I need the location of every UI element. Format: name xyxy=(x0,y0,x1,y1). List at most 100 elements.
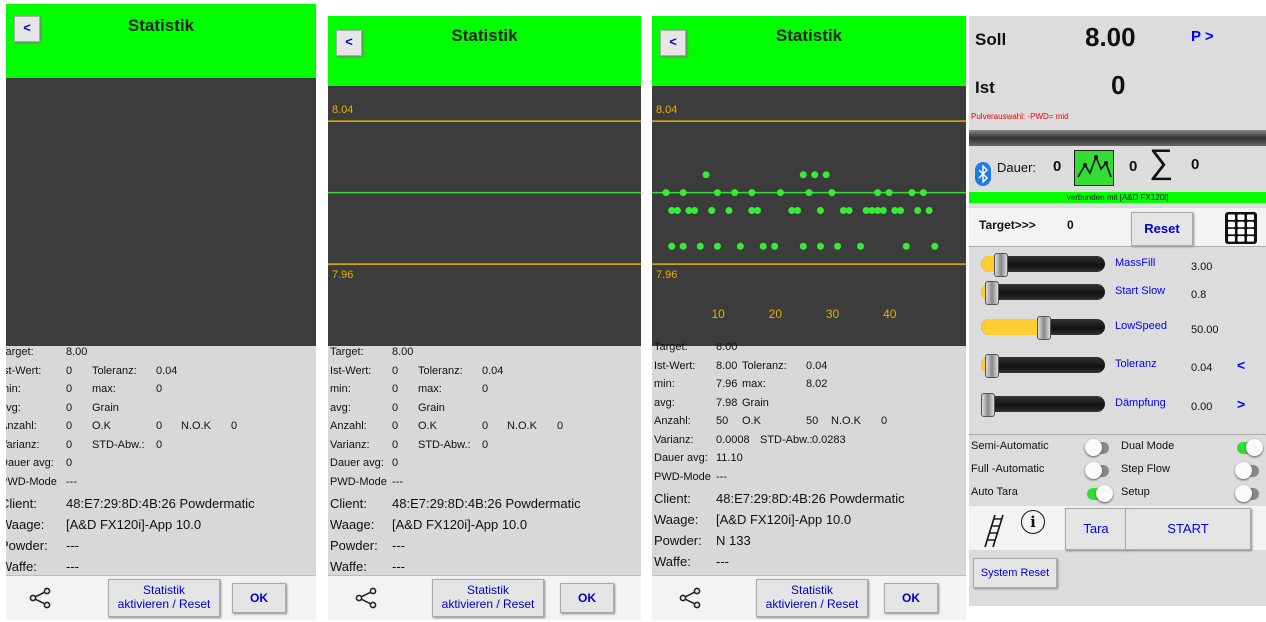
slider-track[interactable] xyxy=(981,357,1105,373)
stat-row: Waffe: --- xyxy=(652,552,966,573)
stat-row: Ist-Wert: 0 Toleranz: 0.04 xyxy=(6,365,316,384)
system-reset-button[interactable]: System Reset xyxy=(973,558,1057,588)
powder-select-text[interactable]: Pulverauswahl: -PWD= mid xyxy=(971,112,1069,121)
toggle-switch[interactable] xyxy=(1085,439,1109,456)
stat-row: Waage: [A&D FX120i]-App 10.0 xyxy=(652,510,966,531)
stat-row: Target: 8.00 xyxy=(328,346,641,365)
toggle-switch[interactable] xyxy=(1235,462,1259,479)
count-value: 0 xyxy=(1129,158,1138,175)
slider-label: Dämpfung xyxy=(1115,397,1166,409)
ist-wert-label: Ist-Wert: xyxy=(6,364,42,377)
upper-limit-label: 8.04 xyxy=(656,104,677,116)
chart-svg: 8.04 7.96 xyxy=(328,104,641,281)
data-point xyxy=(673,207,681,215)
nok-label: N.O.K xyxy=(507,420,537,432)
keypad-icon[interactable] xyxy=(1225,212,1257,244)
waffe-value: --- xyxy=(66,559,79,574)
statistik-reset-line1: Statistik xyxy=(790,583,833,597)
waffe-label: Waffe: xyxy=(6,559,37,574)
ok-value: 50 xyxy=(806,415,819,427)
slider-knob[interactable] xyxy=(981,393,995,417)
stat-row: Varianz: 0 STD-Abw.: 0 xyxy=(6,439,316,458)
stat-row: Client: 48:E7:29:8D:4B:26 Powdermatic xyxy=(652,489,966,510)
unit-label: Grain xyxy=(742,396,769,409)
statistik-reset-button[interactable]: Statistik aktivieren / Reset xyxy=(432,579,544,617)
tara-button[interactable]: Tara xyxy=(1065,508,1127,550)
ok-button[interactable]: OK xyxy=(560,583,614,613)
share-icon[interactable] xyxy=(28,586,52,610)
toggle-switch[interactable] xyxy=(1085,462,1109,479)
client-label: Client: xyxy=(654,491,691,506)
ist-wert-value: 0 xyxy=(66,364,73,377)
stat-chart-icon[interactable] xyxy=(1074,150,1114,186)
stat-row: Varianz: 0.0008 STD-Abw.: 0.0283 xyxy=(652,434,966,453)
page-title: Statistik xyxy=(127,16,195,35)
slider-knob[interactable] xyxy=(985,354,999,378)
page-title: Statistik xyxy=(451,26,518,45)
slider-knob[interactable] xyxy=(994,253,1008,277)
waage-value: [A&D FX120i]-App 10.0 xyxy=(66,517,202,532)
std-label: STD-Abw.: xyxy=(760,433,813,446)
anzahl-label: Anzahl: xyxy=(6,420,37,432)
data-point xyxy=(662,189,670,197)
step-arrow-button[interactable]: > xyxy=(1237,396,1245,412)
data-point xyxy=(679,189,687,197)
toggle-knob xyxy=(1235,485,1252,502)
slider-label: MassFill xyxy=(1115,257,1156,269)
data-point xyxy=(885,189,893,197)
statistik-reset-button[interactable]: Statistik aktivieren / Reset xyxy=(108,579,220,617)
toggle-switch[interactable] xyxy=(1087,485,1113,502)
data-point xyxy=(713,189,721,197)
data-point xyxy=(897,207,905,215)
soll-value: 8.00 xyxy=(1085,22,1136,52)
step-arrow-button[interactable]: < xyxy=(1237,357,1245,373)
lower-limit-label: 7.96 xyxy=(332,269,353,281)
slider-knob[interactable] xyxy=(985,281,999,305)
data-point xyxy=(811,171,819,179)
divider xyxy=(969,246,1266,247)
stat-row: Varianz: 0 STD-Abw.: 0 xyxy=(328,439,641,458)
min-value: 0 xyxy=(392,383,399,395)
data-point xyxy=(799,242,807,250)
reset-button[interactable]: Reset xyxy=(1131,212,1193,246)
toggle-knob xyxy=(1085,462,1102,479)
nok-value: 0 xyxy=(231,420,238,432)
ok-button[interactable]: OK xyxy=(884,583,938,613)
stat-row: Dauer avg: 0 xyxy=(328,457,641,476)
dauer-avg-value: 0 xyxy=(392,457,399,469)
waffe-label: Waffe: xyxy=(330,559,367,574)
ist-wert-label: Ist-Wert: xyxy=(330,364,372,377)
varianz-value: 0.0008 xyxy=(716,433,750,446)
toggle-switch[interactable] xyxy=(1235,485,1259,502)
slider-track[interactable] xyxy=(981,396,1105,412)
ladder-icon[interactable] xyxy=(981,514,1007,548)
data-point xyxy=(771,242,779,250)
bluetooth-icon[interactable] xyxy=(975,162,991,186)
target-label: Target: xyxy=(330,346,364,358)
slider-knob[interactable] xyxy=(1037,316,1051,340)
ist-wert-value: 8.00 xyxy=(716,359,738,372)
varianz-label: Varianz: xyxy=(654,433,694,446)
p-button[interactable]: P > xyxy=(1191,28,1214,45)
share-icon[interactable] xyxy=(678,586,702,610)
stat-row: min: 0 max: 0 xyxy=(6,383,316,402)
start-button[interactable]: START xyxy=(1125,508,1251,550)
ok-button[interactable]: OK xyxy=(232,583,286,613)
nok-value: 0 xyxy=(881,415,888,427)
divider xyxy=(969,434,1266,435)
share-icon[interactable] xyxy=(354,586,378,610)
stat-row: Waage: [A&D FX120i]-App 10.0 xyxy=(6,515,316,536)
ok-value: 0 xyxy=(482,420,489,432)
info-icon[interactable]: i xyxy=(1021,510,1045,534)
std-value: 0.0283 xyxy=(812,433,846,446)
slider-track[interactable] xyxy=(981,284,1105,300)
bottom-button-bar: Statistik aktivieren / Reset OK xyxy=(652,575,966,620)
toleranz-label: Toleranz: xyxy=(418,364,463,377)
data-point xyxy=(856,242,864,250)
toggle-switch[interactable] xyxy=(1237,439,1263,456)
max-label: max: xyxy=(92,383,116,395)
anzahl-value: 0 xyxy=(66,420,73,432)
ok-label: O.K xyxy=(742,415,761,427)
avg-value: 0 xyxy=(392,401,399,414)
statistik-reset-button[interactable]: Statistik aktivieren / Reset xyxy=(756,579,868,617)
